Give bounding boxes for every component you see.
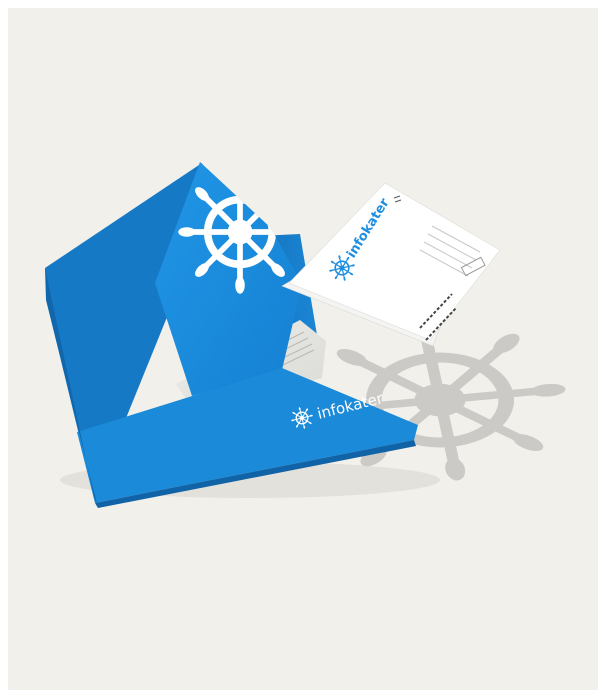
- envelope-front: [288, 182, 501, 341]
- ship-wheel-icon: [178, 170, 302, 294]
- mockup-illustration: infokater infokater: [45, 162, 607, 508]
- image-frame: infokater infokater: [0, 0, 607, 698]
